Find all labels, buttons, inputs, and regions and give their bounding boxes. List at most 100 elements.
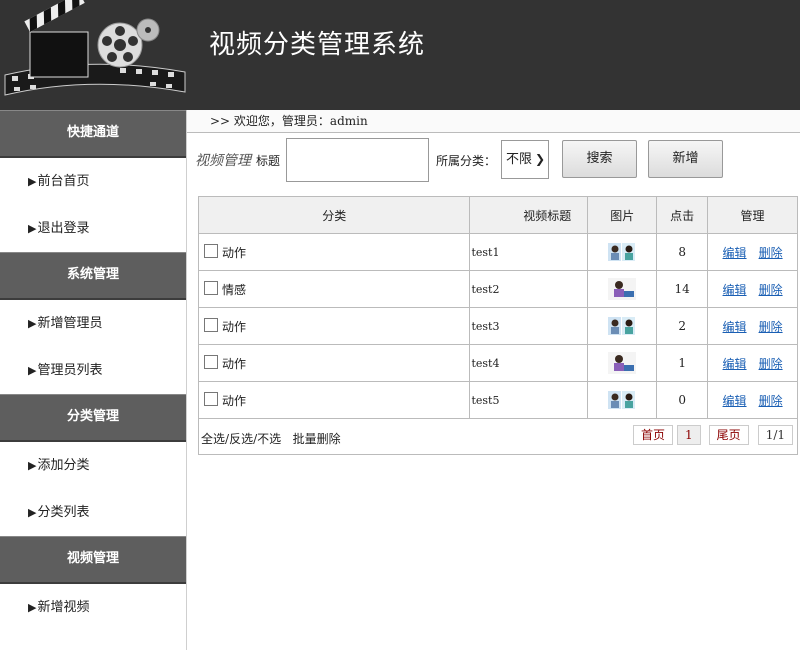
header-clicks: 点击 xyxy=(656,196,709,234)
sidebar-item-category-list[interactable]: ▶分类列表 xyxy=(0,489,186,536)
search-toolbar: 视频管理 标题 所属分类： 不限 ❯ 搜索 新增 xyxy=(195,138,795,183)
sidebar-section-category: 分类管理 xyxy=(0,394,186,442)
sidebar-item-label: 退出登录 xyxy=(37,221,90,236)
edit-link[interactable]: 编辑 xyxy=(723,394,747,408)
header-manage: 管理 xyxy=(707,196,798,234)
category-label: 所属分类： xyxy=(436,154,497,168)
cell-category: 情感 xyxy=(197,270,471,308)
cell-image xyxy=(587,307,658,345)
row-checkbox[interactable] xyxy=(204,391,218,406)
sidebar-item-label: 分类列表 xyxy=(37,505,90,520)
video-thumbnail xyxy=(608,352,637,374)
cell-title: test4 xyxy=(469,344,589,382)
video-thumbnail xyxy=(608,317,636,335)
table-row: 情感 test2 14 编辑 删除 xyxy=(197,270,798,308)
last-page-button[interactable]: 尾页 xyxy=(708,425,749,445)
cell-category: 动作 xyxy=(197,381,471,419)
sidebar-item-home[interactable]: ▶前台首页 xyxy=(0,158,186,205)
cell-image xyxy=(587,270,658,308)
table-footer-row: 全选/反选/不选 批量删除 首页 1 尾页 1/1 xyxy=(198,418,798,455)
welcome-bar: >> 欢迎您，管理员：admin xyxy=(187,110,800,133)
delete-link[interactable]: 删除 xyxy=(759,246,783,260)
cell-title: test5 xyxy=(469,381,589,419)
table-row: 动作 test3 2 编辑 删除 xyxy=(197,307,798,345)
add-button[interactable]: 新增 xyxy=(648,140,723,178)
triangle-right-icon: ▶ xyxy=(28,601,37,614)
cell-title: test2 xyxy=(469,270,589,308)
delete-link[interactable]: 删除 xyxy=(759,394,783,408)
edit-link[interactable]: 编辑 xyxy=(723,246,747,260)
video-thumbnail xyxy=(608,278,637,300)
cell-manage: 编辑 删除 xyxy=(707,344,798,382)
row-checkbox[interactable] xyxy=(204,317,218,332)
title-label: 标题 xyxy=(256,154,281,168)
batch-delete-link[interactable]: 批量删除 xyxy=(293,432,341,446)
edit-link[interactable]: 编辑 xyxy=(723,283,747,297)
category-selected-value: 不限 xyxy=(506,152,533,167)
footer-cell: 全选/反选/不选 批量删除 首页 1 尾页 1/1 xyxy=(198,418,798,455)
sidebar-section-video: 视频管理 xyxy=(0,536,186,584)
category-text: 动作 xyxy=(222,356,247,371)
delete-link[interactable]: 删除 xyxy=(759,283,783,297)
cell-clicks: 8 xyxy=(656,233,709,271)
sidebar-item-label: 新增管理员 xyxy=(37,316,103,331)
cell-image xyxy=(587,381,658,419)
sidebar-section-quick: 快捷通道 xyxy=(0,110,186,158)
header-title: 视频标题 xyxy=(469,196,589,234)
cell-manage: 编辑 删除 xyxy=(707,307,798,345)
video-table: 分类 视频标题 图片 点击 管理 动作 test1 8 编辑 删除 情感 test… xyxy=(197,196,798,455)
header-category: 分类 xyxy=(197,196,471,234)
sidebar-section-system: 系统管理 xyxy=(0,252,186,300)
table-row: 动作 test4 1 编辑 删除 xyxy=(197,344,798,382)
row-checkbox[interactable] xyxy=(204,243,218,258)
delete-link[interactable]: 删除 xyxy=(759,320,783,334)
row-checkbox[interactable] xyxy=(204,354,218,369)
sidebar: 快捷通道 ▶前台首页 ▶退出登录 系统管理 ▶新增管理员 ▶管理员列表 分类管理… xyxy=(0,110,187,650)
bulk-actions: 全选/反选/不选 批量删除 xyxy=(201,432,341,446)
sidebar-item-label: 添加分类 xyxy=(37,458,90,473)
select-all-link[interactable]: 全选 xyxy=(201,432,225,446)
category-select[interactable]: 不限 ❯ xyxy=(501,140,549,179)
header-image: 图片 xyxy=(587,196,658,234)
page-info: 1/1 xyxy=(757,425,793,445)
video-thumbnail xyxy=(608,391,636,409)
edit-link[interactable]: 编辑 xyxy=(723,357,747,371)
sidebar-item-add-category[interactable]: ▶添加分类 xyxy=(0,442,186,489)
video-thumbnail xyxy=(608,243,636,261)
sidebar-item-label: 前台首页 xyxy=(37,174,90,189)
triangle-right-icon: ▶ xyxy=(28,222,37,235)
triangle-right-icon: ▶ xyxy=(28,506,37,519)
cell-clicks: 0 xyxy=(656,381,709,419)
header-banner: 视频分类管理系统 xyxy=(0,0,800,110)
sidebar-item-logout[interactable]: ▶退出登录 xyxy=(0,205,186,252)
category-text: 动作 xyxy=(222,319,247,334)
search-button[interactable]: 搜索 xyxy=(562,140,637,178)
cell-category: 动作 xyxy=(197,307,471,345)
cell-manage: 编辑 删除 xyxy=(707,233,798,271)
sidebar-item-add-video[interactable]: ▶新增视频 xyxy=(0,584,186,631)
category-text: 动作 xyxy=(222,245,247,260)
table-header-row: 分类 视频标题 图片 点击 管理 xyxy=(197,196,798,234)
cell-manage: 编辑 删除 xyxy=(707,381,798,419)
cell-title: test1 xyxy=(469,233,589,271)
category-text: 动作 xyxy=(222,393,247,408)
select-none-link[interactable]: 不选 xyxy=(257,432,281,446)
row-checkbox[interactable] xyxy=(204,280,218,295)
sidebar-item-admin-list[interactable]: ▶管理员列表 xyxy=(0,347,186,394)
delete-link[interactable]: 删除 xyxy=(759,357,783,371)
triangle-right-icon: ▶ xyxy=(28,175,37,188)
cell-title: test3 xyxy=(469,307,589,345)
cell-manage: 编辑 删除 xyxy=(707,270,798,308)
cell-image xyxy=(587,233,658,271)
current-page-button[interactable]: 1 xyxy=(677,425,701,445)
table-row: 动作 test1 8 编辑 删除 xyxy=(197,233,798,271)
cell-category: 动作 xyxy=(197,233,471,271)
chevron-down-icon: ❯ xyxy=(534,152,545,166)
category-text: 情感 xyxy=(222,282,247,297)
first-page-button[interactable]: 首页 xyxy=(633,425,674,445)
title-search-input[interactable] xyxy=(286,138,429,182)
edit-link[interactable]: 编辑 xyxy=(723,320,747,334)
sidebar-item-label: 新增视频 xyxy=(37,600,90,615)
invert-selection-link[interactable]: 反选 xyxy=(229,432,253,446)
sidebar-item-add-admin[interactable]: ▶新增管理员 xyxy=(0,300,186,347)
